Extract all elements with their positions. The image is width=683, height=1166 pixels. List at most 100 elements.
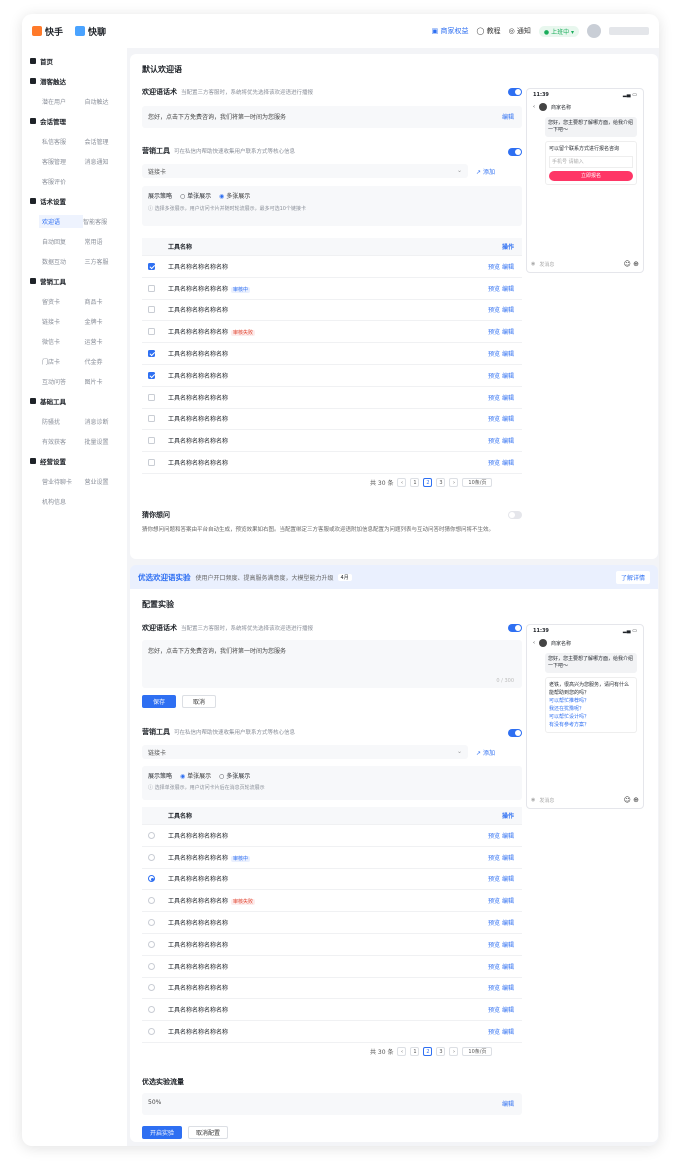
sidebar-group[interactable]: 首页 bbox=[22, 51, 127, 71]
preview-link[interactable]: 预览 bbox=[488, 395, 500, 402]
sidebar-item[interactable]: 三方客服 bbox=[85, 257, 128, 266]
sidebar-group[interactable]: 话术设置 bbox=[22, 191, 127, 211]
edit-link[interactable]: 编辑 bbox=[502, 307, 514, 314]
guess-toggle[interactable] bbox=[508, 511, 522, 519]
welcome-toggle[interactable] bbox=[508, 88, 522, 96]
sidebar-item[interactable]: 链接卡 bbox=[42, 317, 85, 326]
sidebar-item[interactable]: 商品卡 bbox=[85, 297, 128, 306]
voice-icon[interactable]: ◉ bbox=[531, 261, 535, 267]
preview-link[interactable]: 预览 bbox=[488, 1007, 500, 1014]
preview-link[interactable]: 预览 bbox=[488, 964, 500, 971]
row-checkbox[interactable] bbox=[148, 350, 155, 358]
notice-link[interactable]: ◎ 通知 bbox=[509, 26, 531, 36]
edit-link[interactable]: 编辑 bbox=[502, 264, 514, 271]
card-type-select[interactable]: 链接卡 ⌄ bbox=[142, 745, 468, 759]
sidebar-item[interactable]: 机构信息 bbox=[42, 497, 87, 506]
message-input[interactable]: 发消息 bbox=[539, 797, 554, 804]
sidebar-item[interactable]: 运营卡 bbox=[85, 337, 128, 346]
page-button[interactable]: 3 bbox=[436, 478, 446, 487]
edit-link[interactable]: 编辑 bbox=[502, 395, 514, 402]
row-checkbox[interactable] bbox=[148, 415, 155, 423]
edit-link[interactable]: 编辑 bbox=[502, 964, 514, 971]
sidebar-item[interactable]: 防骚扰 bbox=[42, 417, 85, 426]
row-radio[interactable] bbox=[148, 984, 155, 992]
next-page-button[interactable]: › bbox=[449, 1047, 459, 1056]
brand-kuailiao[interactable]: 快聊 bbox=[75, 25, 106, 38]
preview-link[interactable]: 预览 bbox=[488, 351, 500, 358]
sidebar-item[interactable]: 金牌卡 bbox=[85, 317, 128, 326]
sidebar-item[interactable]: 消息通知 bbox=[85, 157, 128, 166]
preview-link[interactable]: 预览 bbox=[488, 438, 500, 445]
sidebar-item[interactable]: 客服管理 bbox=[42, 157, 85, 166]
edit-link[interactable]: 编辑 bbox=[502, 985, 514, 992]
edit-link[interactable]: 编辑 bbox=[502, 1007, 514, 1014]
preview-link[interactable]: 预览 bbox=[488, 942, 500, 949]
row-radio[interactable] bbox=[148, 962, 155, 970]
edit-link[interactable]: 编辑 bbox=[502, 416, 514, 423]
row-radio[interactable] bbox=[148, 1028, 155, 1036]
sidebar-item[interactable]: 会话管理 bbox=[85, 137, 128, 146]
edit-link[interactable]: 编辑 bbox=[502, 351, 514, 358]
sidebar-item[interactable]: 有效获客 bbox=[42, 437, 85, 446]
learn-more-button[interactable]: 了解详情 bbox=[615, 571, 650, 584]
tutorial-link[interactable]: ◯ 教程 bbox=[477, 26, 501, 36]
sidebar-item[interactable]: 消息诊断 bbox=[85, 417, 128, 426]
status-badge[interactable]: ● 上班中 ▾ bbox=[538, 25, 579, 37]
sidebar-item[interactable]: 留资卡 bbox=[42, 297, 85, 306]
preview-link[interactable]: 预览 bbox=[488, 329, 500, 336]
preview-link[interactable]: 预览 bbox=[488, 264, 500, 271]
preview-link[interactable]: 预览 bbox=[488, 833, 500, 840]
page-size-select[interactable]: 10条/页 bbox=[462, 1047, 493, 1056]
page-button[interactable]: 2 bbox=[423, 1047, 433, 1056]
radio-multi[interactable]: ○ 多张展示 bbox=[219, 773, 250, 780]
sidebar-item[interactable]: 客服评价 bbox=[42, 177, 87, 186]
row-radio[interactable] bbox=[148, 875, 155, 883]
cancel-button[interactable]: 取消 bbox=[182, 695, 216, 708]
sidebar-group[interactable]: 基础工具 bbox=[22, 391, 127, 411]
sidebar-item[interactable]: 图片卡 bbox=[85, 377, 128, 386]
save-button[interactable]: 保存 bbox=[142, 695, 176, 708]
edit-link[interactable]: 编辑 bbox=[502, 942, 514, 949]
sidebar-item[interactable]: 数据互动 bbox=[42, 257, 85, 266]
tool-toggle[interactable] bbox=[508, 148, 522, 156]
row-checkbox[interactable] bbox=[148, 437, 155, 445]
row-checkbox[interactable] bbox=[148, 459, 155, 467]
sidebar-group[interactable]: 会话管理 bbox=[22, 111, 127, 131]
row-checkbox[interactable] bbox=[148, 393, 155, 401]
tool-toggle[interactable] bbox=[508, 729, 522, 737]
edit-link[interactable]: 编辑 bbox=[502, 855, 514, 862]
next-page-button[interactable]: › bbox=[449, 478, 459, 487]
preview-link[interactable]: 预览 bbox=[488, 286, 500, 293]
edit-link[interactable]: 编辑 bbox=[502, 286, 514, 293]
back-icon[interactable]: ‹ bbox=[533, 640, 535, 646]
back-icon[interactable]: ‹ bbox=[533, 104, 535, 110]
brand-kuaishou[interactable]: 快手 bbox=[32, 25, 63, 38]
page-button[interactable]: 3 bbox=[436, 1047, 446, 1056]
start-experiment-button[interactable]: 开启实验 bbox=[142, 1126, 182, 1139]
question-item[interactable]: 可以帮忙推荐吗？ bbox=[549, 697, 633, 705]
row-checkbox[interactable] bbox=[148, 371, 155, 379]
edit-link[interactable]: 编辑 bbox=[502, 329, 514, 336]
question-item[interactable]: 我还在犹豫呢？ bbox=[549, 705, 633, 713]
row-checkbox[interactable] bbox=[148, 284, 155, 292]
cancel-config-button[interactable]: 取消配置 bbox=[188, 1126, 228, 1139]
merchant-benefits-link[interactable]: ▣ 商家权益 bbox=[432, 26, 469, 36]
preview-link[interactable]: 预览 bbox=[488, 920, 500, 927]
welcome-edit-link[interactable]: 编辑 bbox=[502, 112, 514, 121]
preview-link[interactable]: 预览 bbox=[488, 1029, 500, 1036]
sidebar-item[interactable]: 潜在用户 bbox=[42, 97, 85, 106]
add-link[interactable]: ↗ 添加 bbox=[476, 748, 495, 757]
sidebar-item[interactable]: 智能客服 bbox=[83, 217, 127, 226]
preview-link[interactable]: 预览 bbox=[488, 307, 500, 314]
page-button[interactable]: 1 bbox=[410, 1047, 420, 1056]
row-checkbox[interactable] bbox=[148, 328, 155, 336]
row-radio[interactable] bbox=[148, 853, 155, 861]
preview-link[interactable]: 预览 bbox=[488, 898, 500, 905]
sidebar-group[interactable]: 潜客触达 bbox=[22, 71, 127, 91]
signup-button[interactable]: 立即报名 bbox=[549, 171, 633, 181]
sidebar-group[interactable]: 经营设置 bbox=[22, 451, 127, 471]
preview-link[interactable]: 预览 bbox=[488, 416, 500, 423]
edit-link[interactable]: 编辑 bbox=[502, 876, 514, 883]
edit-link[interactable]: 编辑 bbox=[502, 1029, 514, 1036]
sidebar-item[interactable]: 自动触达 bbox=[85, 97, 128, 106]
